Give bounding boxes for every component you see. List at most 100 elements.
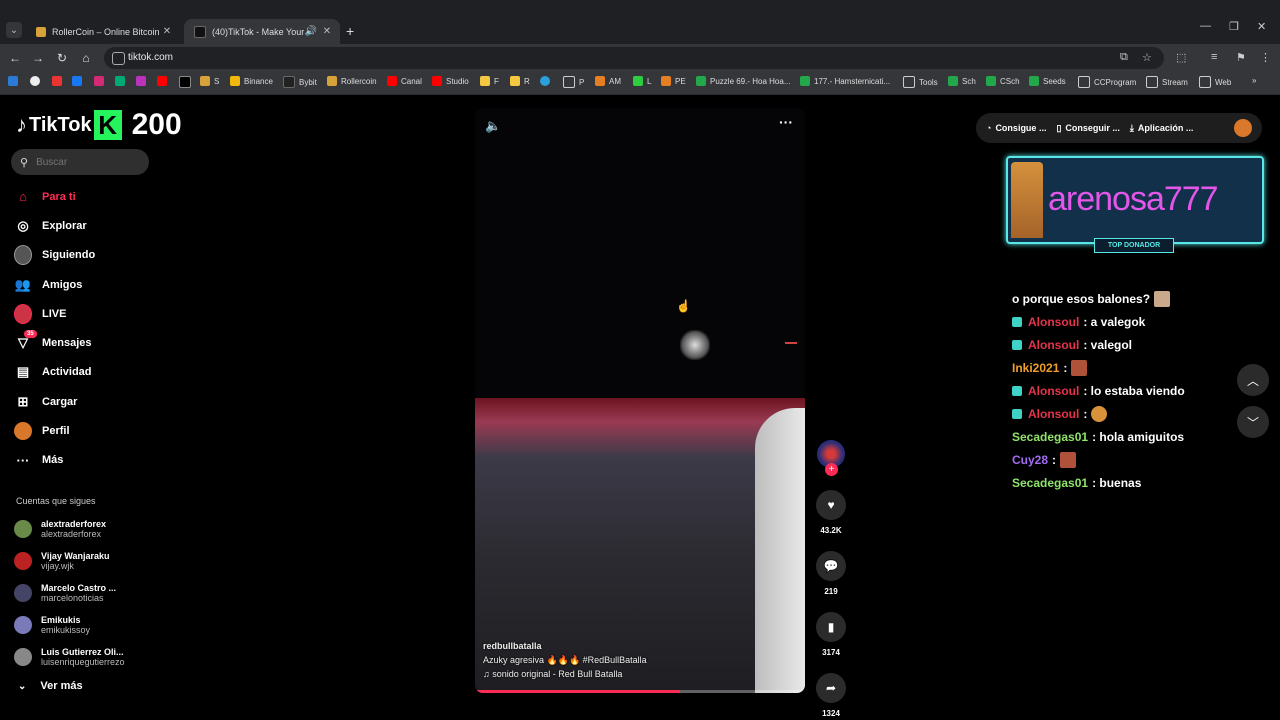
- bookmark-folder-ccprogram[interactable]: CCProgram: [1078, 76, 1136, 88]
- user-avatar[interactable]: [1234, 119, 1252, 137]
- like-action[interactable]: ♥ 43.2K: [815, 490, 847, 535]
- bookmark-icon[interactable]: [52, 76, 66, 86]
- browser-menu-icon[interactable]: ⋮: [1260, 51, 1271, 64]
- chat-message: Alonsoul: lo estaba viendo: [1012, 379, 1185, 402]
- following-item[interactable]: Vijay Wanjaraku vijay.wjk: [14, 545, 125, 577]
- video-player[interactable]: 🔈 ··· redbullbatalla Azuky agresiva 🔥🔥🔥 …: [475, 108, 805, 693]
- close-window-icon[interactable]: ✕: [1257, 20, 1266, 33]
- nav-actividad[interactable]: ▤ Actividad: [14, 358, 95, 387]
- bookmark-youtube-icon[interactable]: [157, 76, 171, 86]
- bookmark-folder-tools[interactable]: Tools: [903, 76, 938, 88]
- coins-button[interactable]: ◔ Consigue ...: [986, 123, 1046, 133]
- bookmark-icon[interactable]: [115, 76, 129, 86]
- nav-cargar[interactable]: ⊞ Cargar: [14, 387, 95, 416]
- bookmarks-overflow-icon[interactable]: »: [1252, 76, 1256, 85]
- see-more-button[interactable]: ⌄ Ver más: [18, 680, 83, 692]
- bookmark-icon[interactable]: [30, 76, 44, 86]
- bookmark-r[interactable]: R: [510, 76, 530, 86]
- bookmark-binance[interactable]: Binance: [230, 76, 273, 86]
- next-video-chevron-down-icon[interactable]: ﹀: [1237, 406, 1269, 438]
- bookmark-telegram-icon[interactable]: [540, 76, 554, 86]
- nav-mensajes[interactable]: ▽ 35 Mensajes: [14, 328, 95, 357]
- video-more-icon[interactable]: ···: [779, 114, 793, 130]
- desktop-app-button[interactable]: ⤓ Aplicación ...: [1130, 123, 1194, 134]
- nav-explorar[interactable]: ◎ Explorar: [14, 211, 95, 240]
- bookmark-bybit[interactable]: Bybit: [283, 76, 317, 88]
- save-action[interactable]: ▮ 3174: [815, 612, 847, 657]
- heart-icon[interactable]: ♥: [816, 490, 846, 520]
- nav-perfil[interactable]: Perfil: [14, 416, 95, 445]
- back-icon[interactable]: ←: [8, 51, 22, 65]
- close-tab-icon[interactable]: ✕: [160, 26, 174, 37]
- bookmark-puzzle[interactable]: Puzzle 69.- Hoa Hoa...: [696, 76, 790, 86]
- tab-search-button[interactable]: ⌄: [6, 22, 22, 38]
- new-tab-button[interactable]: +: [346, 23, 354, 39]
- nav-siguiendo[interactable]: Siguiendo: [14, 241, 95, 270]
- bookmark-seeds[interactable]: Seeds: [1029, 76, 1066, 86]
- tab-tiktok[interactable]: (40)TikTok - Make Your Day 🔊 ✕: [184, 19, 340, 44]
- previous-video-chevron-up-icon[interactable]: ︿: [1237, 364, 1269, 396]
- bookmark-instagram-icon[interactable]: [94, 76, 108, 86]
- search-box[interactable]: ⚲: [11, 149, 149, 175]
- bookmark-s[interactable]: S: [200, 76, 219, 86]
- bookmark-folder-web[interactable]: Web: [1199, 76, 1231, 88]
- home-browser-icon[interactable]: ⌂: [79, 51, 93, 65]
- share-action[interactable]: ➦ 1324: [815, 673, 847, 718]
- bookmark-am[interactable]: AM: [595, 76, 621, 86]
- following-item[interactable]: Emikukis emikukissoy: [14, 609, 125, 641]
- chevron-down-icon: ⌄: [18, 680, 27, 692]
- bookmark-star-icon[interactable]: ☆: [1142, 51, 1152, 64]
- friends-icon: 👥: [14, 276, 32, 292]
- bookmark-f[interactable]: F: [480, 76, 499, 86]
- maximize-icon[interactable]: ❐: [1229, 20, 1239, 33]
- comment-action[interactable]: 💬 219: [815, 551, 847, 596]
- following-item[interactable]: alextraderforex alextraderforex: [14, 513, 125, 545]
- chat-message: Inki2021:: [1012, 356, 1185, 379]
- search-input[interactable]: [34, 155, 139, 169]
- video-sound[interactable]: ♫ sonido original - Red Bull Batalla: [483, 667, 647, 681]
- bookmark-facebook-icon[interactable]: [72, 76, 86, 86]
- bookmark-hamster[interactable]: 177.- Hamsternicati...: [800, 76, 890, 86]
- bookmark-canal[interactable]: Canal: [387, 76, 422, 86]
- media-control-icon[interactable]: ≡: [1211, 51, 1217, 63]
- bookmark-sch[interactable]: Sch: [948, 76, 976, 86]
- nav-amigos[interactable]: 👥 Amigos: [14, 270, 95, 299]
- audio-playing-icon[interactable]: 🔊: [304, 26, 318, 37]
- bookmark-rollercoin[interactable]: Rollercoin: [327, 76, 377, 86]
- minimize-icon[interactable]: —: [1200, 20, 1211, 32]
- share-icon[interactable]: ➦: [816, 673, 846, 703]
- extensions-icon[interactable]: ⬚: [1176, 51, 1186, 64]
- comment-icon[interactable]: 💬: [816, 551, 846, 581]
- nav-live[interactable]: LIVE: [14, 299, 95, 328]
- tiktok-logo[interactable]: ♪ TikTok K 200: [16, 108, 182, 142]
- follow-plus-icon[interactable]: +: [825, 463, 838, 476]
- following-item[interactable]: Luis Gutierrez Oli... luisenriquegutierre…: [14, 641, 125, 673]
- chat-message: Alonsoul: valegol: [1012, 333, 1185, 356]
- install-app-icon[interactable]: ⧉: [1120, 51, 1128, 64]
- nav-mas[interactable]: ··· Más: [14, 446, 95, 475]
- bookmark-icon[interactable]: ▮: [816, 612, 846, 642]
- get-app-button[interactable]: ▯ Conseguir ...: [1056, 123, 1119, 134]
- creator-avatar[interactable]: +: [817, 440, 845, 476]
- profile-extension-icon[interactable]: ⚑: [1236, 51, 1246, 64]
- bookmark-studio[interactable]: Studio: [432, 76, 469, 86]
- forward-icon[interactable]: →: [31, 51, 45, 65]
- bookmark-x-icon[interactable]: [179, 76, 195, 88]
- bookmark-app-icon[interactable]: [8, 76, 22, 86]
- bookmark-l[interactable]: L: [633, 76, 651, 86]
- bookmark-folder-p[interactable]: P: [563, 76, 584, 88]
- bookmark-icon[interactable]: [136, 76, 150, 86]
- address-bar[interactable]: tiktok.com: [104, 47, 1164, 69]
- tab-rollercoin[interactable]: RollerCoin – Online Bitcoin Mining ✕: [26, 19, 180, 44]
- nav-para-ti[interactable]: ⌂ Para ti: [14, 182, 95, 211]
- volume-icon[interactable]: 🔈: [485, 118, 501, 134]
- reload-icon[interactable]: ↻: [55, 51, 69, 65]
- bookmark-pe[interactable]: PE: [661, 76, 686, 86]
- bookmark-folder-stream[interactable]: Stream: [1146, 76, 1188, 88]
- site-info-icon[interactable]: [112, 52, 125, 65]
- following-item[interactable]: Marcelo Castro ... marcelonoticias: [14, 577, 125, 609]
- bookmark-csch[interactable]: CSch: [986, 76, 1020, 86]
- video-author[interactable]: redbullbatalla: [483, 639, 647, 653]
- video-progress-bar[interactable]: [475, 690, 805, 693]
- close-tab-icon[interactable]: ✕: [320, 26, 334, 37]
